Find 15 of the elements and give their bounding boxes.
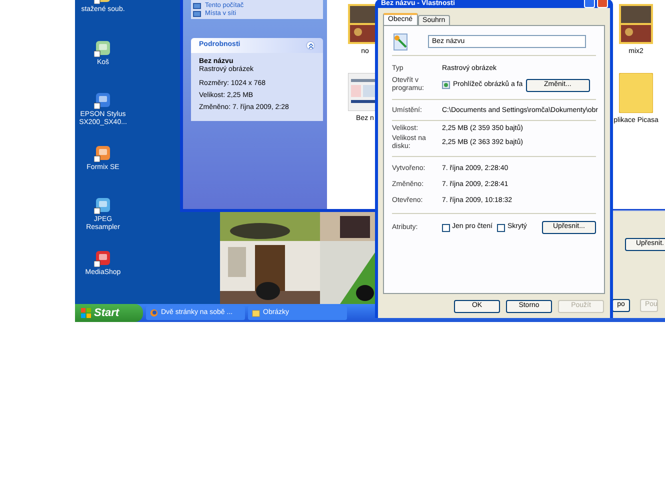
app-icon[interactable] [94,196,112,214]
collapse-button[interactable] [306,41,315,50]
image-file-icon [392,32,410,50]
chevron-icon [308,42,314,48]
windows-flag-icon [81,308,91,318]
app-icon[interactable] [94,248,112,266]
checkbox-square[interactable] [442,224,450,232]
close-button[interactable] [597,0,608,8]
folder-icon [252,309,260,317]
globe-icon [150,309,158,317]
photo-thumbnail[interactable] [619,4,653,44]
app-icon[interactable] [94,144,112,162]
checkbox-square[interactable] [497,224,506,232]
viewer-icon [442,81,450,89]
help-button[interactable] [584,0,595,8]
